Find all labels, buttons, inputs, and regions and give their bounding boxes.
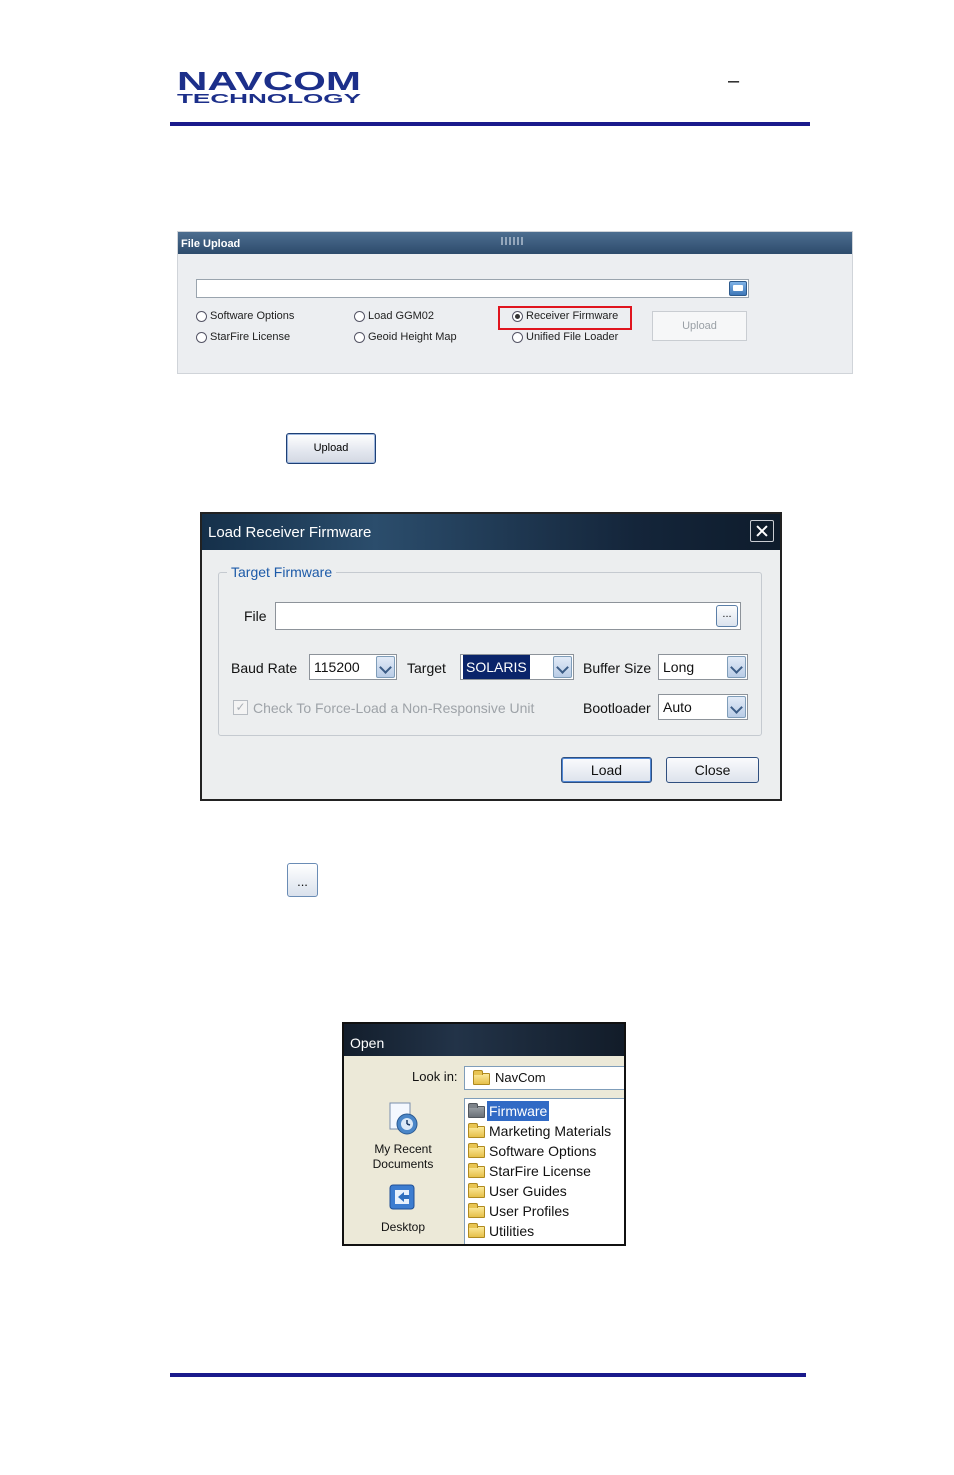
folder-label: User Guides <box>489 1183 567 1199</box>
radio-label: Geoid Height Map <box>368 331 457 343</box>
open-title-bar[interactable]: Open <box>344 1024 624 1056</box>
folder-label: User Profiles <box>489 1203 570 1219</box>
folder-label: Software Options <box>489 1143 597 1159</box>
open-dialog: Open Look in: NavCom My Recent Documents <box>342 1022 626 1246</box>
radio-geoid-height-map[interactable]: Geoid Height Map <box>354 331 457 343</box>
radio-label: Unified File Loader <box>526 331 619 343</box>
browse-file-icon[interactable] <box>729 281 747 296</box>
desktop-label[interactable]: Desktop <box>344 1220 462 1235</box>
force-load-checkbox[interactable]: ✓ <box>233 700 248 715</box>
folder-label: Utilities <box>489 1223 535 1239</box>
folder-icon <box>468 1143 485 1158</box>
header-rule <box>170 122 810 126</box>
folder-label: Marketing Materials <box>489 1123 612 1139</box>
drag-grip-icon[interactable] <box>501 237 525 245</box>
folder-icon <box>468 1163 485 1178</box>
buffer-size-value: Long <box>663 659 695 675</box>
highlight-box <box>498 306 632 330</box>
radio-circle-icon <box>196 310 207 322</box>
bootloader-value: Auto <box>663 699 692 715</box>
chevron-down-icon[interactable] <box>376 656 395 678</box>
radio-circle-icon <box>512 331 523 343</box>
chevron-down-icon[interactable] <box>727 696 746 718</box>
target-label: Target <box>407 660 446 676</box>
bootloader-label: Bootloader <box>583 700 651 716</box>
logo-line2: TECHNOLOGY <box>177 91 361 104</box>
folder-icon <box>468 1123 485 1138</box>
load-firmware-dialog: Load Receiver Firmware Target Firmware F… <box>200 512 782 801</box>
chevron-down-icon[interactable] <box>553 656 572 678</box>
radio-load-ggm02[interactable]: Load GGM02 <box>354 310 434 322</box>
file-browse-button[interactable]: ... <box>716 605 738 627</box>
baud-rate-label: Baud Rate <box>231 660 298 676</box>
file-label: File <box>244 608 267 624</box>
places-bar: My Recent Documents Desktop <box>344 1092 462 1244</box>
chevron-down-icon[interactable] <box>727 656 746 678</box>
radio-circle-icon <box>196 331 207 343</box>
load-button[interactable]: Load <box>561 757 652 783</box>
dialog-title-bar[interactable]: Load Receiver Firmware <box>202 514 780 550</box>
file-upload-panel: File Upload Software Options StarFire Li… <box>177 231 853 374</box>
look-in-select[interactable]: NavCom <box>464 1066 624 1090</box>
radio-label: Software Options <box>210 310 295 322</box>
recent-documents-icon[interactable] <box>387 1102 419 1136</box>
target-value: SOLARIS <box>463 655 530 679</box>
radio-label: Load GGM02 <box>368 310 435 322</box>
radio-software-options[interactable]: Software Options <box>196 310 294 322</box>
baud-rate-value: 115200 <box>314 659 360 675</box>
folder-label: Firmware <box>487 1101 550 1121</box>
target-select[interactable]: SOLARIS <box>460 654 574 680</box>
recent-documents-label[interactable]: My Recent Documents <box>344 1142 462 1172</box>
navcom-logo: NAVCOM TECHNOLOGY <box>177 68 361 104</box>
radio-unified-file-loader[interactable]: Unified File Loader <box>512 331 618 343</box>
baud-rate-select[interactable]: 115200 <box>309 654 397 680</box>
upload-button-disabled[interactable]: Upload <box>652 311 747 341</box>
folder-label: StarFire License <box>489 1163 591 1179</box>
dialog-title: Load Receiver Firmware <box>208 524 372 541</box>
upload-button[interactable]: Upload <box>286 433 376 464</box>
folder-icon <box>473 1070 490 1085</box>
file-path-input[interactable] <box>196 279 749 298</box>
buffer-size-select[interactable]: Long <box>658 654 748 680</box>
close-button[interactable]: Close <box>666 757 759 783</box>
group-label: Target Firmware <box>227 564 337 580</box>
file-upload-title-bar[interactable]: File Upload <box>178 232 852 254</box>
recent-line1: My Recent <box>374 1142 432 1156</box>
file-upload-title: File Upload <box>181 238 241 250</box>
recent-line2: Documents <box>372 1157 434 1171</box>
look-in-label: Look in: <box>412 1069 458 1084</box>
footer-rule <box>170 1373 806 1377</box>
radio-label: StarFire License <box>210 331 291 343</box>
folder-icon <box>468 1183 485 1198</box>
radio-starfire-license[interactable]: StarFire License <box>196 331 290 343</box>
browse-button[interactable]: ... <box>287 863 318 897</box>
folder-icon <box>468 1203 485 1218</box>
radio-circle-icon <box>354 310 365 322</box>
close-icon[interactable] <box>750 520 774 542</box>
folder-icon <box>468 1103 485 1118</box>
bootloader-select[interactable]: Auto <box>658 694 748 720</box>
file-field[interactable] <box>275 602 741 630</box>
desktop-icon[interactable] <box>386 1181 420 1215</box>
folder-icon <box>468 1223 485 1238</box>
buffer-size-label: Buffer Size <box>583 660 652 676</box>
radio-circle-icon <box>354 331 365 343</box>
folder-list: Firmware Marketing Materials Software Op… <box>464 1098 624 1244</box>
look-in-value: NavCom <box>495 1070 546 1085</box>
header-dash: – <box>728 70 740 92</box>
force-load-label: Check To Force-Load a Non-Responsive Uni… <box>253 700 535 716</box>
open-title: Open <box>350 1035 385 1051</box>
